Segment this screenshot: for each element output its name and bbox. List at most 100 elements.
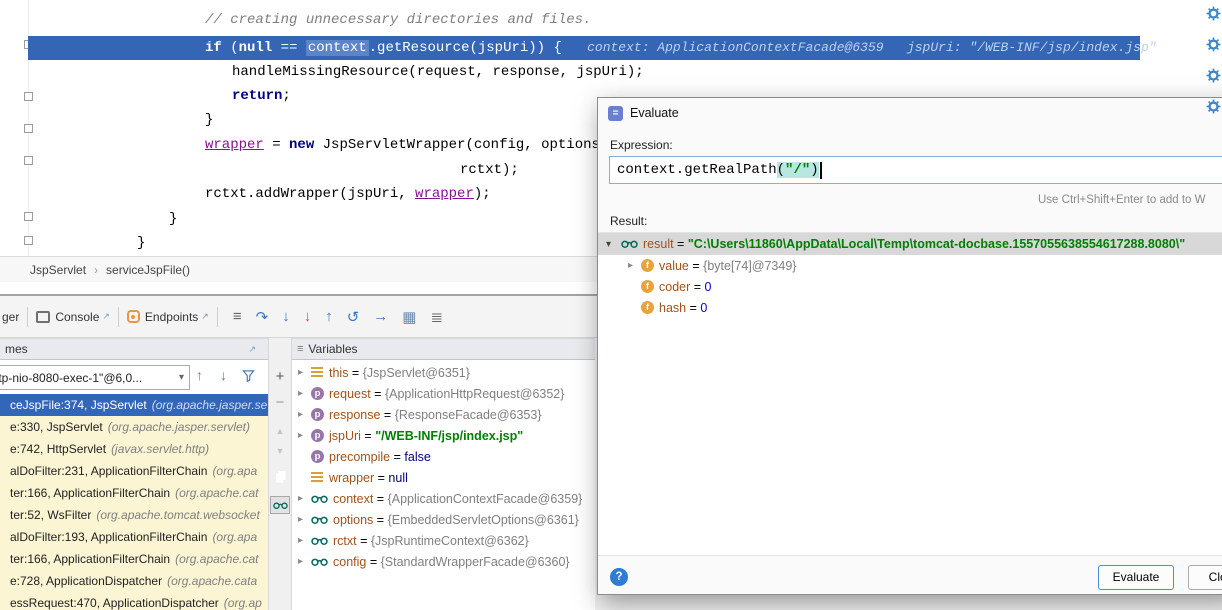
thread-dropdown[interactable]: ttp-nio-8080-exec-1"@6,0... ▾	[0, 365, 190, 390]
watch-glasses-icon	[311, 536, 328, 546]
variable-row[interactable]: ▸ p response = {ResponseFacade@6353}	[292, 404, 595, 425]
tab-console[interactable]: Console	[55, 310, 99, 324]
close-button[interactable]: Close	[1188, 565, 1222, 590]
fold-marker[interactable]	[24, 212, 33, 221]
stack-frame-row[interactable]: ter:52, WsFilter(org.apache.tomcat.webso…	[0, 504, 268, 526]
filter-funnel-icon[interactable]	[242, 369, 255, 382]
chevron-right-icon[interactable]: ▸	[298, 493, 311, 504]
stack-frame-row[interactable]: e:728, ApplicationDispatcher(org.apache.…	[0, 570, 268, 592]
drop-frame-icon[interactable]: ↺	[347, 308, 360, 326]
scroll-up-icon[interactable]: ▲	[269, 426, 291, 436]
chevron-right-icon[interactable]: ▸	[298, 535, 311, 546]
variable-row[interactable]: ▸ config = {StandardWrapperFacade@6360}	[292, 551, 595, 572]
chevron-right-icon[interactable]: ▸	[298, 409, 311, 420]
stack-frame-row[interactable]: essRequest:470, ApplicationDispatcher(or…	[0, 592, 268, 610]
result-child-row[interactable]: f coder = 0	[598, 276, 1222, 297]
code-line-brace[interactable]: }	[205, 108, 213, 132]
tab-endpoints[interactable]: Endpoints	[145, 310, 198, 324]
code-line-brace[interactable]: }	[137, 231, 145, 255]
stack-frame-row[interactable]: alDoFilter:193, ApplicationFilterChain(o…	[0, 526, 268, 548]
result-child-row[interactable]: ▸ f value = {byte[74]@7349}	[598, 255, 1222, 276]
variable-row[interactable]: p precompile = false	[292, 446, 595, 467]
execution-line-highlight[interactable]: if (null == context.getResource(jspUri))…	[28, 36, 1140, 60]
code-line-rctxt[interactable]: rctxt);	[460, 158, 519, 182]
fold-marker[interactable]	[24, 156, 33, 165]
chevron-right-icon[interactable]: ▸	[298, 556, 311, 567]
field-icon: f	[641, 259, 654, 272]
fold-marker[interactable]	[24, 124, 33, 133]
remove-watch-icon[interactable]: −	[269, 394, 291, 411]
watch-glasses-icon	[273, 501, 288, 510]
breadcrumb-class[interactable]: JspServlet	[30, 263, 86, 277]
gear-icon[interactable]	[1206, 99, 1221, 114]
variable-row[interactable]: ▸ options = {EmbeddedServletOptions@6361…	[292, 509, 595, 530]
variable-row[interactable]: ▸ rctxt = {JspRuntimeContext@6362}	[292, 530, 595, 551]
chevron-right-icon[interactable]: ▸	[298, 367, 311, 378]
breadcrumb-method[interactable]: serviceJspFile()	[106, 263, 190, 277]
help-icon[interactable]: ?	[610, 568, 628, 586]
chevron-down-icon[interactable]: ▾	[606, 239, 621, 250]
chevron-right-icon[interactable]: ▸	[298, 430, 311, 441]
variable-row[interactable]: ▸ context = {ApplicationContextFacade@63…	[292, 488, 595, 509]
jump-icon[interactable]: ↗	[248, 344, 256, 355]
add-watch-icon[interactable]: +	[269, 368, 291, 385]
variable-value: "/WEB-INF/jsp/index.jsp"	[375, 429, 523, 443]
code-line-return[interactable]: return;	[232, 84, 291, 108]
variable-row[interactable]: ▸ this = {JspServlet@6351}	[292, 362, 595, 383]
variable-row[interactable]: wrapper = null	[292, 467, 595, 488]
code-line-handle[interactable]: handleMissingResource(request, response,…	[232, 60, 644, 84]
view-options-grid-icon[interactable]: ▦	[402, 308, 416, 326]
chevron-down-icon: ▾	[174, 372, 189, 383]
tab-debugger-partial[interactable]: ger	[2, 310, 19, 324]
scroll-down-icon[interactable]: ▼	[269, 446, 291, 456]
stack-frame-row[interactable]: e:330, JspServlet(org.apache.jasper.serv…	[0, 416, 268, 438]
fold-marker[interactable]	[24, 92, 33, 101]
layout-settings-icon[interactable]: ≣	[430, 308, 443, 326]
run-to-cursor-icon[interactable]: →	[373, 308, 388, 325]
evaluate-button[interactable]: Evaluate	[1098, 565, 1174, 590]
step-into-icon[interactable]: ↓	[282, 308, 290, 325]
force-step-into-icon[interactable]: ↓	[304, 308, 312, 325]
stack-frame-row[interactable]: ter:166, ApplicationFilterChain(org.apac…	[0, 548, 268, 570]
gear-icon[interactable]	[1206, 68, 1221, 83]
result-row[interactable]: ▾ result = "C:\Users\11860\AppData\Local…	[598, 233, 1222, 255]
show-watches-toggle[interactable]	[270, 496, 290, 514]
fold-marker[interactable]	[24, 236, 33, 245]
variable-value: null	[388, 471, 407, 485]
code-line-brace[interactable]: }	[169, 207, 177, 231]
jump-icon: ↗	[201, 311, 209, 322]
stack-frame-row[interactable]: e:742, HttpServlet(javax.servlet.http)	[0, 438, 268, 460]
ide-debug-screen: // creating unnecessary directories and …	[0, 0, 1222, 610]
code-line-if[interactable]: if (null == context.getResource(jspUri))…	[205, 36, 1157, 60]
equals: =	[373, 513, 387, 527]
variable-row[interactable]: ▸ p jspUri = "/WEB-INF/jsp/index.jsp"	[292, 425, 595, 446]
frame-location: e:330, JspServlet	[10, 420, 103, 434]
equals: =	[689, 259, 703, 273]
gear-icon[interactable]	[1206, 6, 1221, 21]
next-frame-icon[interactable]: ↓	[220, 367, 227, 383]
variable-row[interactable]: ▸ p request = {ApplicationHttpRequest@63…	[292, 383, 595, 404]
code-line-comment[interactable]: // creating unnecessary directories and …	[205, 8, 591, 32]
chevron-right-icon[interactable]: ▸	[628, 260, 641, 271]
chevron-right-icon[interactable]: ▸	[298, 514, 311, 525]
code-line-wrapper[interactable]: wrapper = new JspServletWrapper(config, …	[205, 133, 608, 157]
code-line-addwrapper[interactable]: rctxt.addWrapper(jspUri, wrapper);	[205, 182, 491, 206]
equals: =	[348, 366, 362, 380]
variables-menu-icon[interactable]: ≡	[297, 343, 303, 355]
stack-frame-row[interactable]: ter:166, ApplicationFilterChain(org.apac…	[0, 482, 268, 504]
parameter-icon: p	[311, 387, 324, 400]
duplicate-icon[interactable]	[274, 470, 288, 484]
result-child-row[interactable]: f hash = 0	[598, 297, 1222, 318]
step-out-icon[interactable]: ↑	[325, 308, 333, 325]
expression-input[interactable]: context.getRealPath("/")	[609, 156, 1222, 184]
stack-frame-row[interactable]: ceJspFile:374, JspServlet(org.apache.jas…	[0, 394, 268, 416]
dialog-titlebar[interactable]: = Evaluate	[598, 98, 1222, 128]
stack-frame-row[interactable]: alDoFilter:231, ApplicationFilterChain(o…	[0, 460, 268, 482]
chevron-right-icon[interactable]: ▸	[298, 388, 311, 399]
variable-name: rctxt	[333, 534, 357, 548]
frame-package: (org.ap	[224, 596, 262, 610]
previous-frame-icon[interactable]: ↑	[196, 367, 203, 383]
gear-icon[interactable]	[1206, 37, 1221, 52]
step-over-icon[interactable]: ↷	[256, 308, 269, 326]
settings-menu-icon[interactable]: ≡	[233, 308, 242, 325]
